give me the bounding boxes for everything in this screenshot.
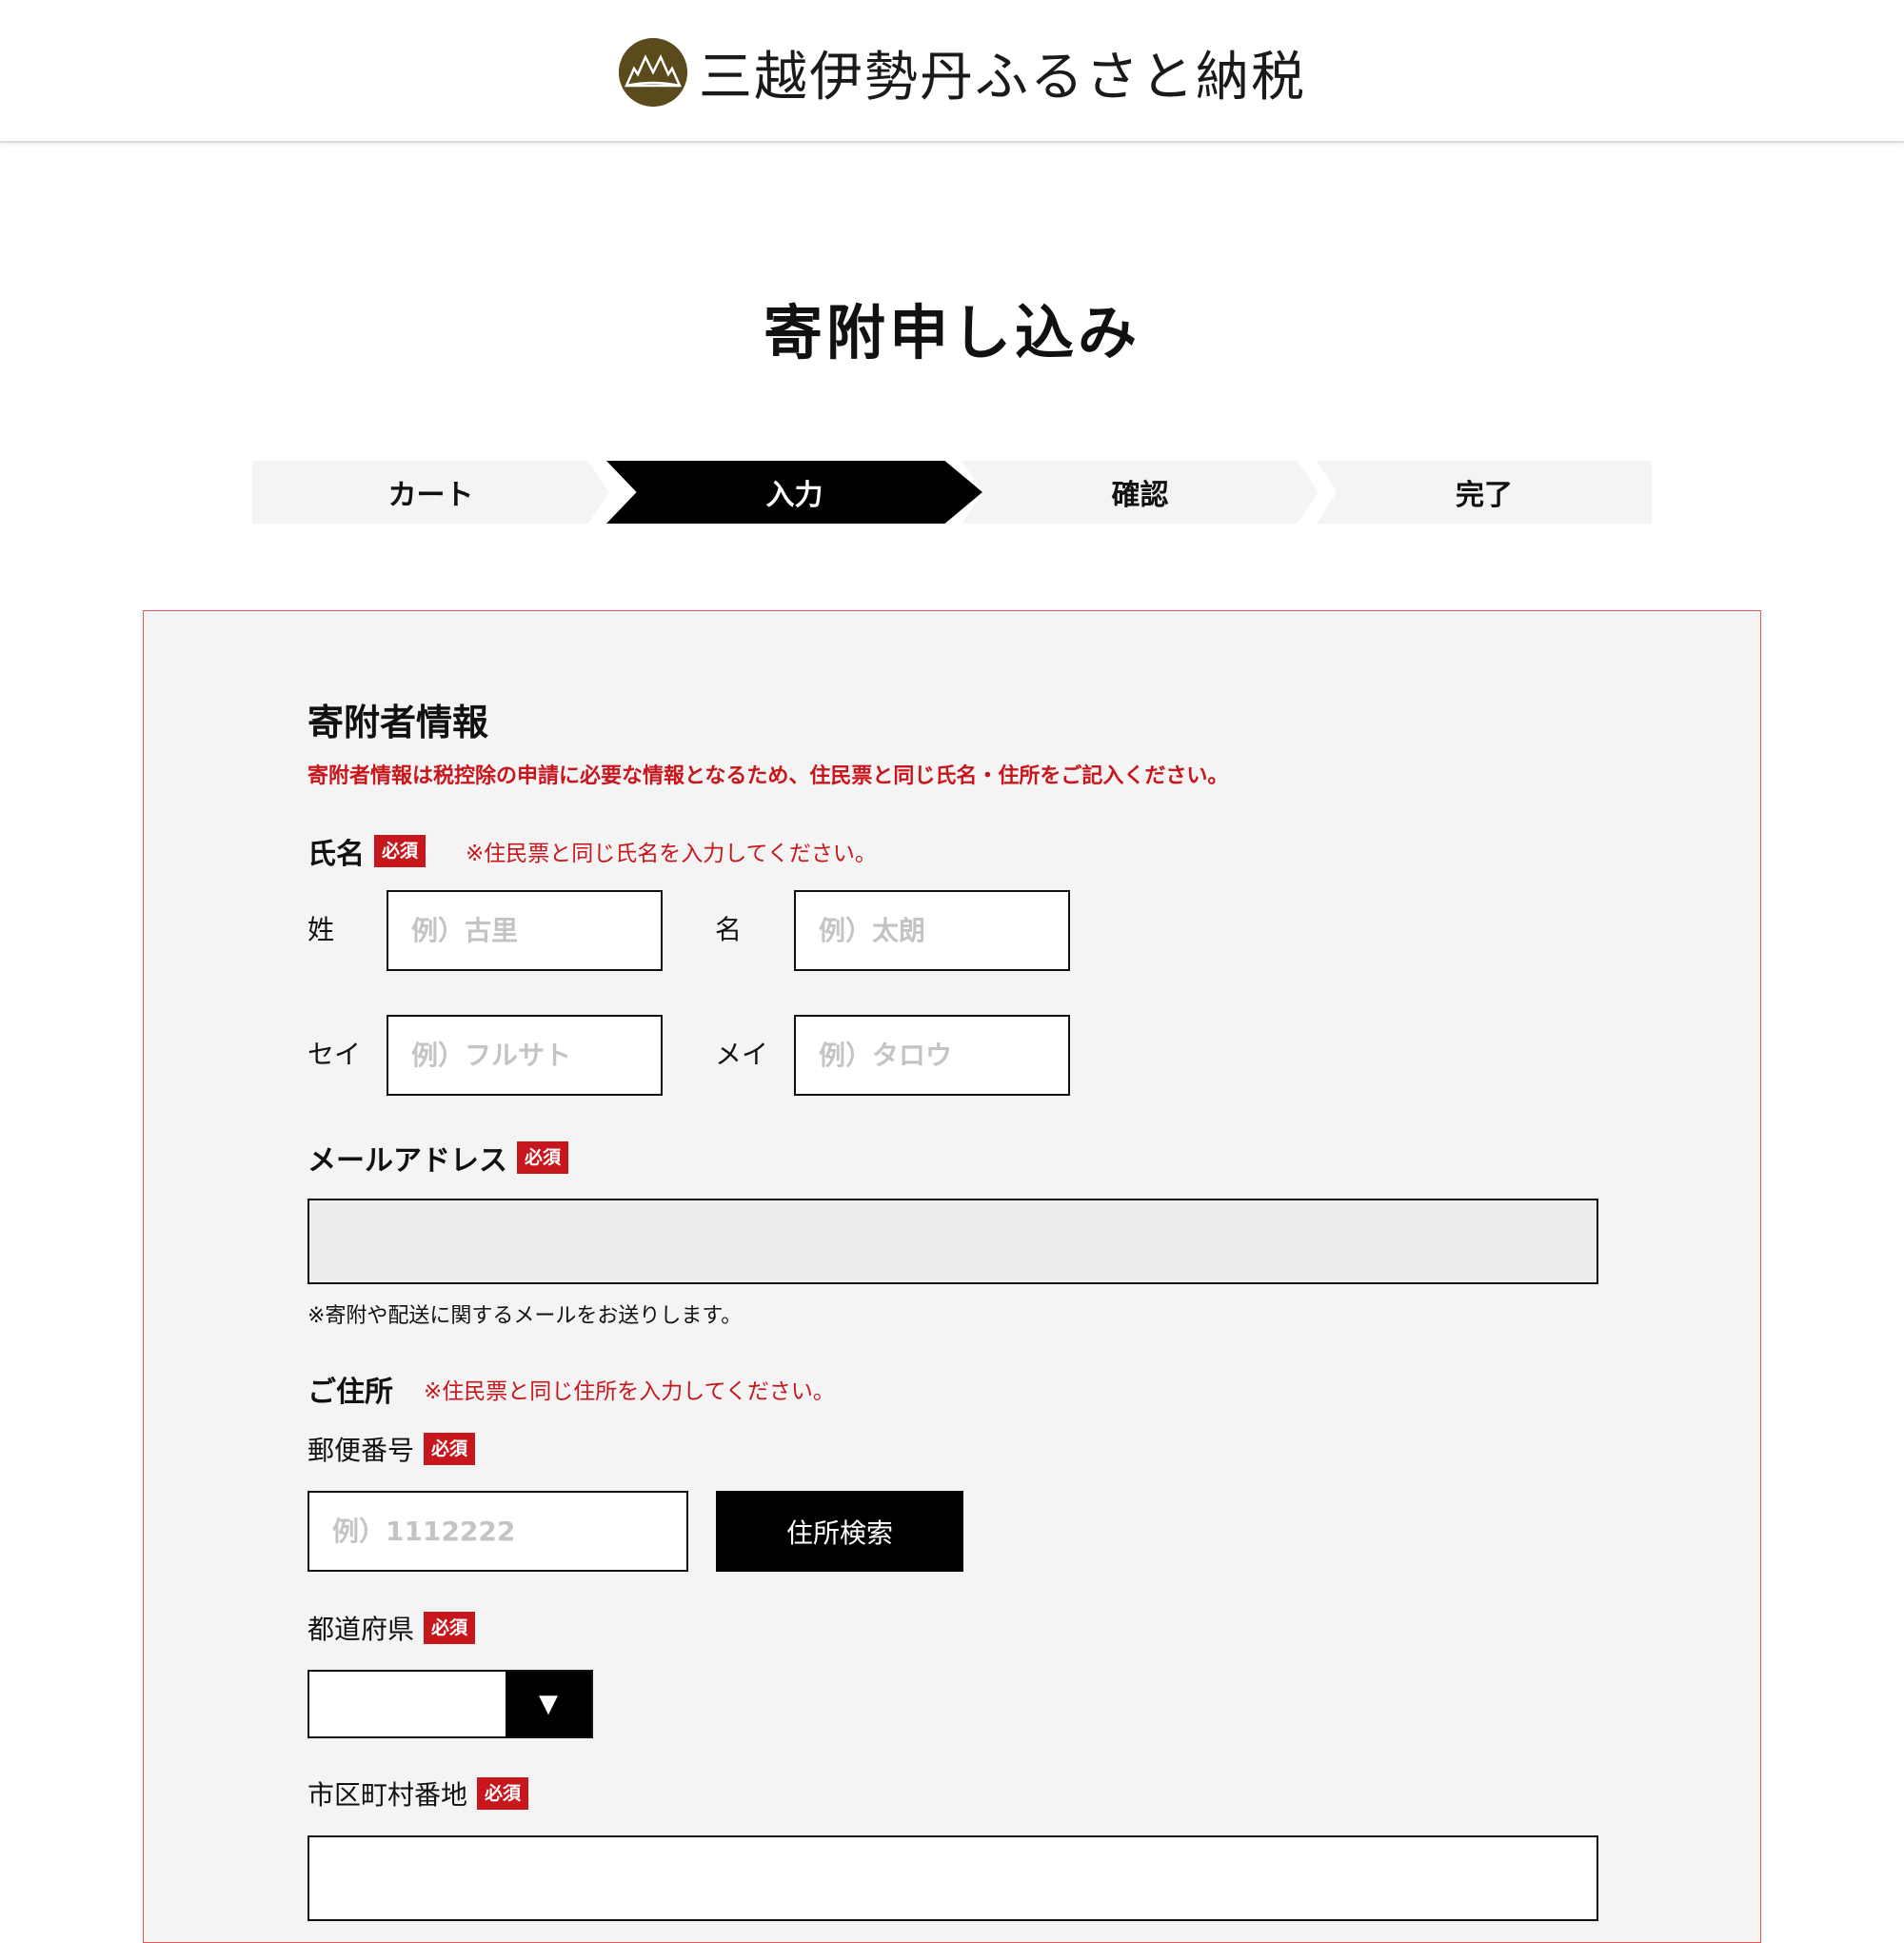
step-input: 入力 — [606, 461, 982, 524]
address-note: ※住民票と同じ住所を入力してください。 — [424, 1379, 835, 1404]
prefecture-field-header: 都道府県 必須 — [307, 1609, 476, 1647]
city-field-header: 市区町村番地 必須 — [307, 1774, 529, 1813]
first-name-kana-label: メイ — [715, 1039, 769, 1070]
first-name-label: 名 — [715, 914, 743, 945]
section-title: 寄附者情報 — [307, 702, 489, 743]
address-search-button[interactable]: 住所検索 — [716, 1491, 963, 1572]
mountain-emblem-icon — [619, 38, 687, 107]
donor-info-form: 寄附者情報 寄附者情報は税控除の申請に必要な情報となるため、住民票と同じ氏名・住… — [143, 610, 1761, 1943]
address-label: ご住所 — [307, 1376, 393, 1409]
first-name-kana-input[interactable] — [794, 1015, 1070, 1096]
postal-field-header: 郵便番号 必須 — [307, 1430, 476, 1468]
last-name-kana-input[interactable] — [387, 1015, 663, 1096]
required-badge: 必須 — [374, 835, 426, 867]
chevron-down-icon[interactable]: ▼ — [506, 1672, 591, 1736]
prefecture-label: 都道府県 — [307, 1614, 415, 1645]
name-label: 氏名 — [307, 838, 365, 871]
required-badge: 必須 — [424, 1612, 476, 1644]
required-badge: 必須 — [424, 1433, 476, 1465]
progress-steps: カート 入力 確認 完了 — [252, 461, 1652, 524]
email-input[interactable] — [307, 1199, 1598, 1284]
step-label: カート — [387, 479, 474, 512]
brand-name: 三越伊勢丹ふるさと納税 — [699, 46, 1306, 109]
first-name-input[interactable] — [794, 890, 1070, 971]
step-label: 確認 — [1111, 479, 1169, 512]
page-title: 寄附申し込み — [763, 298, 1140, 367]
step-label: 入力 — [765, 479, 823, 512]
postal-code-input[interactable] — [307, 1491, 688, 1572]
required-badge: 必須 — [517, 1141, 569, 1174]
prefecture-select-value — [309, 1672, 506, 1736]
email-field-header: メールアドレス 必須 — [307, 1137, 569, 1179]
brand-logo-link[interactable]: 三越伊勢丹ふるさと納税 — [619, 34, 1306, 110]
prefecture-select[interactable]: ▼ — [307, 1670, 593, 1738]
name-note: ※住民票と同じ氏名を入力してください。 — [466, 842, 877, 866]
site-header: 三越伊勢丹ふるさと納税 — [0, 0, 1904, 143]
last-name-label: 姓 — [307, 914, 335, 945]
step-confirm: 確認 — [962, 461, 1319, 524]
email-note: ※寄附や配送に関するメールをお送りします。 — [307, 1304, 743, 1328]
name-field-header: 氏名 必須 ※住民票と同じ氏名を入力してください。 — [307, 830, 877, 872]
step-complete: 完了 — [1317, 461, 1652, 524]
required-badge: 必須 — [477, 1777, 529, 1810]
city-label: 市区町村番地 — [307, 1779, 468, 1811]
step-label: 完了 — [1456, 479, 1513, 512]
address-field-header: ご住所 ※住民票と同じ住所を入力してください。 — [307, 1368, 835, 1410]
last-name-kana-label: セイ — [307, 1039, 362, 1070]
postal-code-label: 郵便番号 — [307, 1435, 415, 1466]
step-cart: カート — [252, 461, 609, 524]
city-address-input[interactable] — [307, 1835, 1598, 1921]
section-notice: 寄附者情報は税控除の申請に必要な情報となるため、住民票と同じ氏名・住所をご記入く… — [307, 764, 1229, 788]
last-name-input[interactable] — [387, 890, 663, 971]
email-label: メールアドレス — [307, 1144, 507, 1178]
